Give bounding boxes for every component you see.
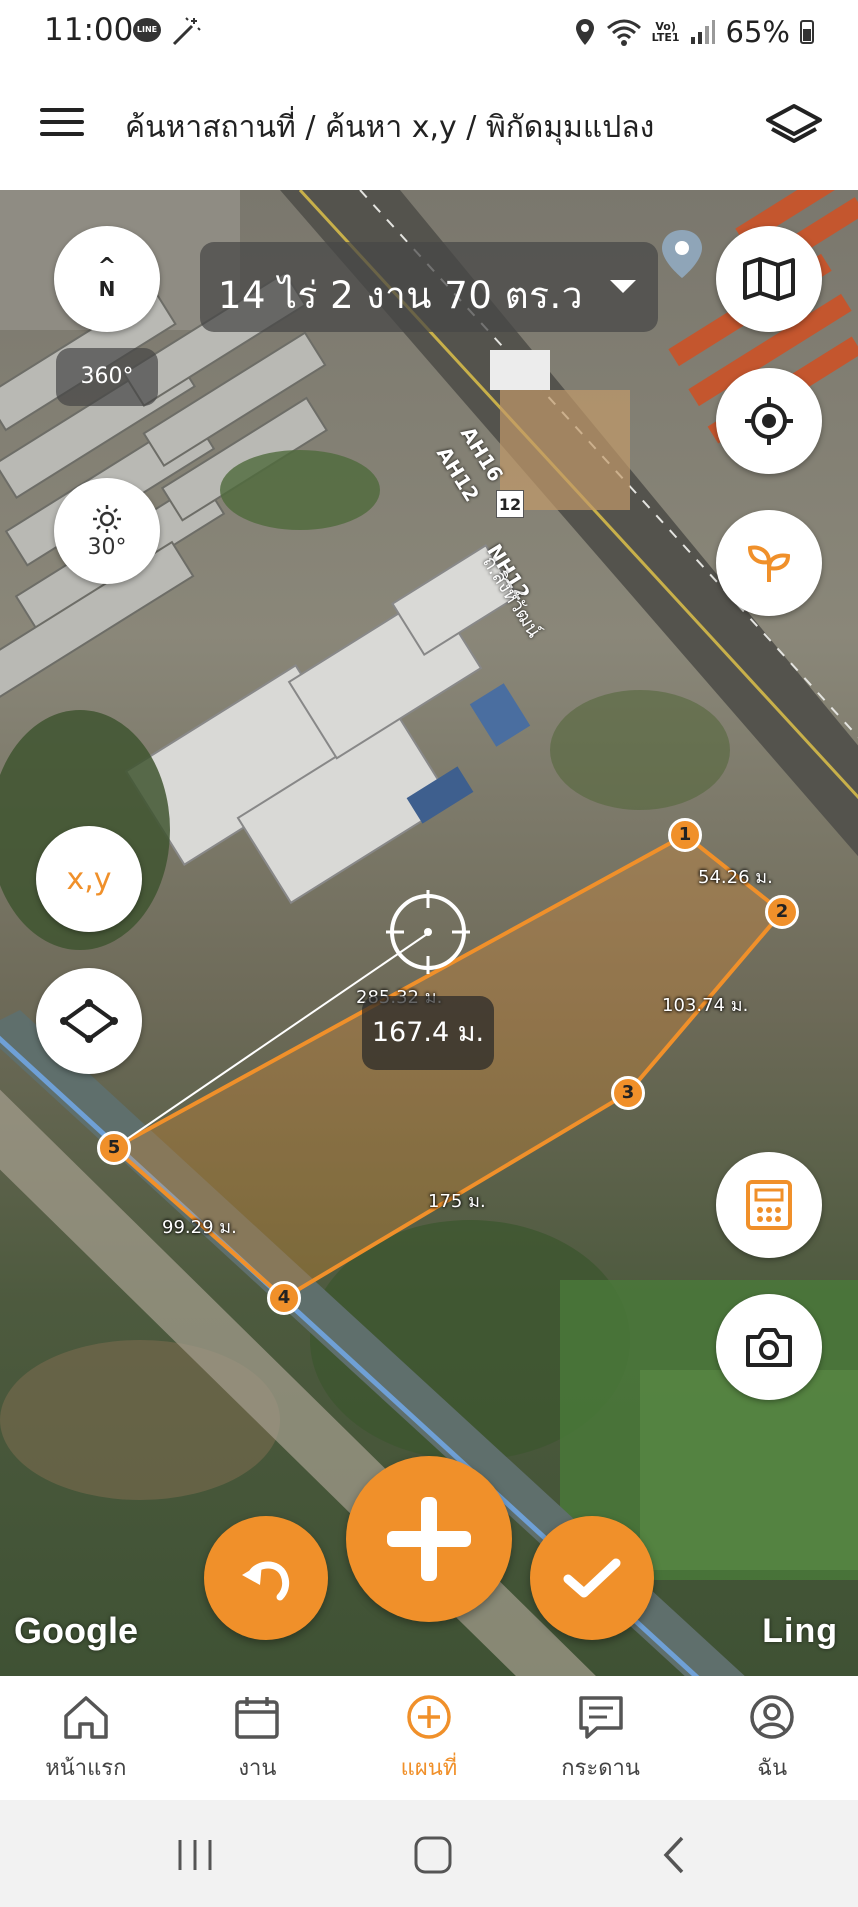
vertex-marker[interactable]: 2 <box>765 895 799 929</box>
nav-label: แผนที่ <box>400 1756 458 1781</box>
gps-target-icon <box>745 397 793 445</box>
undo-icon <box>242 1561 290 1601</box>
nav-item-home[interactable]: หน้าแรก <box>0 1676 172 1800</box>
layers-icon[interactable] <box>764 100 824 152</box>
xy-label: x,y <box>66 861 112 897</box>
system-nav-bar <box>0 1800 858 1907</box>
page-title[interactable]: ค้นหาสถานที่ / ค้นหา x,y / พิกัดมุมแปลง <box>125 104 654 151</box>
line-app-icon: LINE <box>133 18 161 42</box>
undo-button[interactable] <box>204 1516 328 1640</box>
area-value: 14 ไร่ 2 งาน 70 ตร.ว <box>218 274 584 317</box>
vertex-marker[interactable]: 1 <box>668 818 702 852</box>
add-point-button[interactable] <box>346 1456 512 1622</box>
google-attribution: Google <box>14 1610 138 1651</box>
bearing-readout: 360° <box>56 348 158 406</box>
recent-apps-icon[interactable] <box>172 1832 218 1878</box>
map-icon <box>743 257 795 301</box>
calendar-icon <box>235 1697 280 1739</box>
plant-layer-button[interactable] <box>716 510 822 616</box>
home-icon <box>64 1696 108 1739</box>
app-bar: ค้นหาสถานที่ / ค้นหา x,y / พิกัดมุมแปลง <box>0 66 858 190</box>
edge-length-2-3: 103.74 ม. <box>662 995 749 1016</box>
magic-wand-icon <box>172 17 201 46</box>
bottom-nav: หน้าแรก งาน แผนที่ กระดาน ฉัน <box>0 1676 858 1800</box>
compass-button[interactable]: ^ N <box>54 226 160 332</box>
vertex-marker[interactable]: 5 <box>97 1131 131 1165</box>
status-bar: 11:00 LINE Vo) LTE1 65% <box>0 0 858 66</box>
battery-icon <box>800 20 814 44</box>
edge-length-4-5: 99.29 ม. <box>162 1217 237 1238</box>
calculator-icon <box>746 1180 792 1230</box>
nav-item-board[interactable]: กระดาน <box>515 1676 687 1800</box>
nav-label: งาน <box>238 1756 277 1781</box>
xy-coordinate-button[interactable]: x,y <box>36 826 142 932</box>
location-icon <box>575 19 594 45</box>
check-icon <box>563 1558 621 1598</box>
camera-icon <box>746 1328 792 1367</box>
my-location-button[interactable] <box>716 368 822 474</box>
vertex-marker[interactable]: 4 <box>267 1281 301 1315</box>
compass-arrow-icon: ^ <box>97 254 117 279</box>
home-nav-icon[interactable] <box>410 1832 456 1878</box>
confirm-button[interactable] <box>530 1516 654 1640</box>
edge-length-1-2: 54.26 ม. <box>698 867 773 888</box>
board-icon <box>578 1696 623 1739</box>
polygon-tool-button[interactable] <box>36 968 142 1074</box>
profile-icon <box>750 1695 794 1739</box>
lte-indicator: Vo) LTE1 <box>652 21 680 43</box>
compass-north-label: N <box>98 277 116 301</box>
wifi-icon <box>606 19 641 46</box>
nav-label: กระดาน <box>561 1756 640 1781</box>
area-summary-dropdown[interactable]: 14 ไร่ 2 งาน 70 ตร.ว <box>200 242 658 332</box>
camera-button[interactable] <box>716 1294 822 1400</box>
pitch-readout: 30° <box>87 534 127 560</box>
back-nav-icon[interactable] <box>652 1832 698 1878</box>
plus-icon <box>387 1497 471 1581</box>
watermark: Ling <box>762 1612 838 1650</box>
status-indicators: Vo) LTE1 65% <box>574 12 814 52</box>
nav-label: หน้าแรก <box>45 1756 127 1781</box>
map-type-button[interactable] <box>716 226 822 332</box>
nav-item-tasks[interactable]: งาน <box>172 1676 344 1800</box>
tilt-button[interactable]: 30° <box>54 478 160 584</box>
lte-line-2: LTE1 <box>651 31 680 44</box>
chevron-down-icon <box>610 280 636 293</box>
hamburger-menu-icon[interactable] <box>40 108 84 144</box>
nav-item-profile[interactable]: ฉัน <box>686 1676 858 1800</box>
sprout-icon <box>747 545 791 582</box>
screen: 11:00 LINE Vo) LTE1 65% ค้นหาสถานที่ / ค… <box>0 0 858 1907</box>
edge-length-3-4: 175 ม. <box>428 1191 486 1212</box>
map-view[interactable]: AH16 AH12 12 NH12 ถ.สิงห์วัฒน์ 14 ไร่ 2 … <box>0 190 858 1676</box>
status-time: 11:00 <box>44 12 134 48</box>
vertex-marker[interactable]: 3 <box>611 1076 645 1110</box>
distance-readout: 167.4 ม. <box>362 996 494 1070</box>
road-shield-12: 12 <box>496 490 524 518</box>
battery-percent: 65% <box>725 15 790 49</box>
plus-circle-icon <box>407 1695 451 1739</box>
polygon-icon <box>60 999 118 1043</box>
nav-item-map[interactable]: แผนที่ <box>343 1676 515 1800</box>
sun-icon <box>93 504 121 533</box>
signal-icon <box>690 20 715 44</box>
calculator-button[interactable] <box>716 1152 822 1258</box>
nav-label: ฉัน <box>757 1756 788 1781</box>
